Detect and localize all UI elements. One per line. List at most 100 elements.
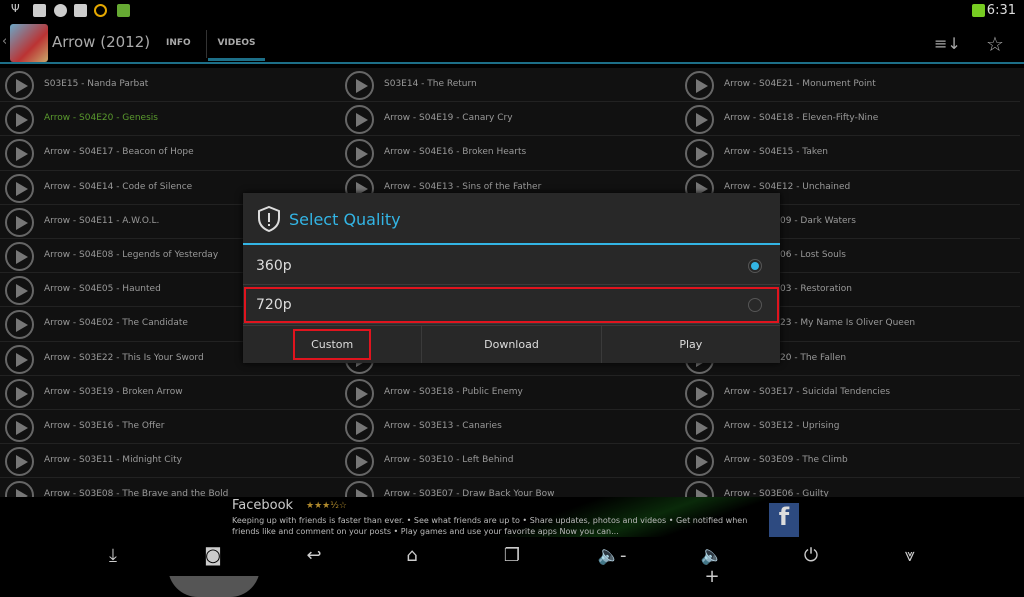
- episode-item[interactable]: Arrow - S04E16 - Broken Hearts: [340, 136, 680, 171]
- episode-title: Arrow - S03E08 - The Brave and the Bold: [44, 489, 229, 497]
- episode-item[interactable]: Arrow - S04E19 - Canary Cry: [340, 102, 680, 137]
- episode-item[interactable]: Arrow - S03E11 - Midnight City: [0, 444, 340, 479]
- tab-info[interactable]: INFO: [166, 38, 191, 48]
- play-icon[interactable]: [685, 71, 714, 100]
- show-title: Arrow (2012): [52, 33, 151, 51]
- episode-item[interactable]: Arrow - S04E17 - Beacon of Hope: [0, 136, 340, 171]
- play-button-label: Play: [679, 338, 703, 351]
- play-icon[interactable]: [685, 481, 714, 497]
- episode-title: Arrow - S04E15 - Taken: [724, 147, 828, 158]
- episode-item[interactable]: S03E14 - The Return: [340, 68, 680, 103]
- episode-item[interactable]: Arrow - S03E08 - The Brave and the Bold: [0, 478, 340, 497]
- network-icon: [972, 4, 985, 17]
- volume-up-icon[interactable]: 🔈+: [696, 545, 728, 587]
- play-icon[interactable]: [5, 310, 34, 340]
- action-bar: ‹ Arrow (2012) INFO VIDEOS ≡↓ ☆: [0, 22, 1024, 64]
- back-chevron-icon[interactable]: ‹: [2, 34, 7, 49]
- play-icon[interactable]: [5, 241, 34, 271]
- play-icon[interactable]: [345, 139, 374, 169]
- episode-item[interactable]: Arrow - S03E19 - Broken Arrow: [0, 376, 340, 410]
- play-icon[interactable]: [5, 105, 34, 135]
- ad-rating: ★★★½☆: [306, 501, 347, 511]
- episode-item[interactable]: Arrow - S04E15 - Taken: [680, 136, 1020, 171]
- play-icon[interactable]: [685, 139, 714, 169]
- show-thumbnail[interactable]: [10, 24, 48, 62]
- home-icon[interactable]: ⌂: [396, 545, 428, 569]
- episode-item[interactable]: Arrow - S03E07 - Draw Back Your Bow: [340, 478, 680, 497]
- play-circle-icon: [94, 4, 107, 17]
- status-bar: Ψ 6:31: [0, 0, 1024, 22]
- play-icon[interactable]: [5, 207, 34, 237]
- usb-icon: Ψ: [11, 2, 20, 15]
- download-button[interactable]: Download: [422, 326, 602, 363]
- play-icon[interactable]: [5, 139, 34, 169]
- episode-item[interactable]: Arrow - S03E10 - Left Behind: [340, 444, 680, 479]
- custom-button[interactable]: Custom: [243, 326, 423, 363]
- play-icon[interactable]: [5, 71, 34, 100]
- download-icon[interactable]: ⤓: [97, 545, 129, 569]
- play-icon[interactable]: [685, 378, 714, 408]
- episode-item[interactable]: Arrow - S03E06 - Guilty: [680, 478, 1020, 497]
- play-icon[interactable]: [5, 276, 34, 306]
- play-icon[interactable]: [5, 447, 34, 477]
- recent-apps-icon[interactable]: ❐: [496, 545, 528, 569]
- episode-title: Arrow - S04E05 - Haunted: [44, 284, 161, 295]
- nav-bar: ⤓ ◙ ↩ ⌂ ❐ 🔈- 🔈+ ⏻ ⩔: [0, 537, 1024, 587]
- episode-title: Arrow - S03E19 - Broken Arrow: [44, 386, 183, 397]
- ad-banner[interactable]: Facebook ★★★½☆ Keeping up with friends i…: [218, 497, 805, 537]
- episode-item[interactable]: Arrow - S04E18 - Eleven-Fifty-Nine: [680, 102, 1020, 137]
- play-icon[interactable]: [685, 105, 714, 135]
- volume-down-icon[interactable]: 🔈-: [596, 545, 628, 569]
- episode-item[interactable]: Arrow - S04E21 - Monument Point: [680, 68, 1020, 103]
- episode-item[interactable]: Arrow - S03E18 - Public Enemy: [340, 376, 680, 410]
- play-icon[interactable]: [345, 71, 374, 100]
- play-icon[interactable]: [345, 447, 374, 477]
- episode-title: Arrow - S03E06 - Guilty: [724, 489, 829, 497]
- play-button[interactable]: Play: [602, 326, 780, 363]
- episode-title: 06 - Lost Souls: [780, 249, 846, 260]
- episode-title: Arrow - S04E11 - A.W.O.L.: [44, 215, 160, 226]
- episode-title: Arrow - S04E14 - Code of Silence: [44, 181, 193, 192]
- episode-item[interactable]: S03E15 - Nanda Parbat: [0, 68, 340, 103]
- option-720p[interactable]: 720p: [243, 286, 780, 324]
- app-icon: [117, 4, 130, 17]
- radio-unselected[interactable]: [748, 298, 762, 312]
- episode-item[interactable]: Arrow - S03E12 - Uprising: [680, 410, 1020, 445]
- play-icon[interactable]: [345, 105, 374, 135]
- play-icon[interactable]: [5, 173, 34, 203]
- episode-title: Arrow - S03E17 - Suicidal Tendencies: [724, 386, 891, 397]
- screenshot-icon[interactable]: ◙: [197, 545, 229, 569]
- episode-title: Arrow - S03E07 - Draw Back Your Bow: [384, 489, 555, 497]
- play-icon[interactable]: [345, 412, 374, 442]
- facebook-logo-icon: f: [769, 503, 799, 537]
- play-icon[interactable]: [5, 344, 34, 374]
- tab-videos[interactable]: VIDEOS: [208, 38, 265, 61]
- shield-alert-icon: [258, 206, 280, 232]
- star-icon[interactable]: ☆: [986, 32, 1004, 56]
- play-icon[interactable]: [685, 447, 714, 477]
- play-icon[interactable]: [5, 378, 34, 408]
- dialog-buttons: Custom Download Play: [243, 325, 780, 363]
- play-icon[interactable]: [685, 412, 714, 442]
- play-icon[interactable]: [345, 481, 374, 497]
- episode-title: Arrow - S04E20 - Genesis: [44, 113, 158, 124]
- play-icon[interactable]: [5, 412, 34, 442]
- play-icon[interactable]: [5, 481, 34, 497]
- episode-title: Arrow - S03E13 - Canaries: [384, 420, 502, 431]
- episode-item[interactable]: Arrow - S03E13 - Canaries: [340, 410, 680, 445]
- episode-item[interactable]: Arrow - S03E17 - Suicidal Tendencies: [680, 376, 1020, 410]
- episode-title: Arrow - S03E18 - Public Enemy: [384, 386, 523, 397]
- radio-selected[interactable]: [748, 259, 762, 273]
- episode-title: Arrow - S03E16 - The Offer: [44, 420, 165, 431]
- collapse-icon[interactable]: ⩔: [894, 545, 926, 569]
- sort-icon[interactable]: ≡↓: [934, 34, 961, 53]
- option-label: 720p: [256, 297, 292, 313]
- play-icon[interactable]: [345, 378, 374, 408]
- episode-item[interactable]: Arrow - S03E16 - The Offer: [0, 410, 340, 445]
- back-icon[interactable]: ↩: [298, 545, 330, 569]
- option-360p[interactable]: 360p: [243, 247, 780, 285]
- episode-title: S03E15 - Nanda Parbat: [44, 79, 149, 89]
- episode-item[interactable]: Arrow - S03E09 - The Climb: [680, 444, 1020, 479]
- episode-item[interactable]: Arrow - S04E20 - Genesis: [0, 102, 340, 137]
- power-icon[interactable]: ⏻: [795, 545, 827, 569]
